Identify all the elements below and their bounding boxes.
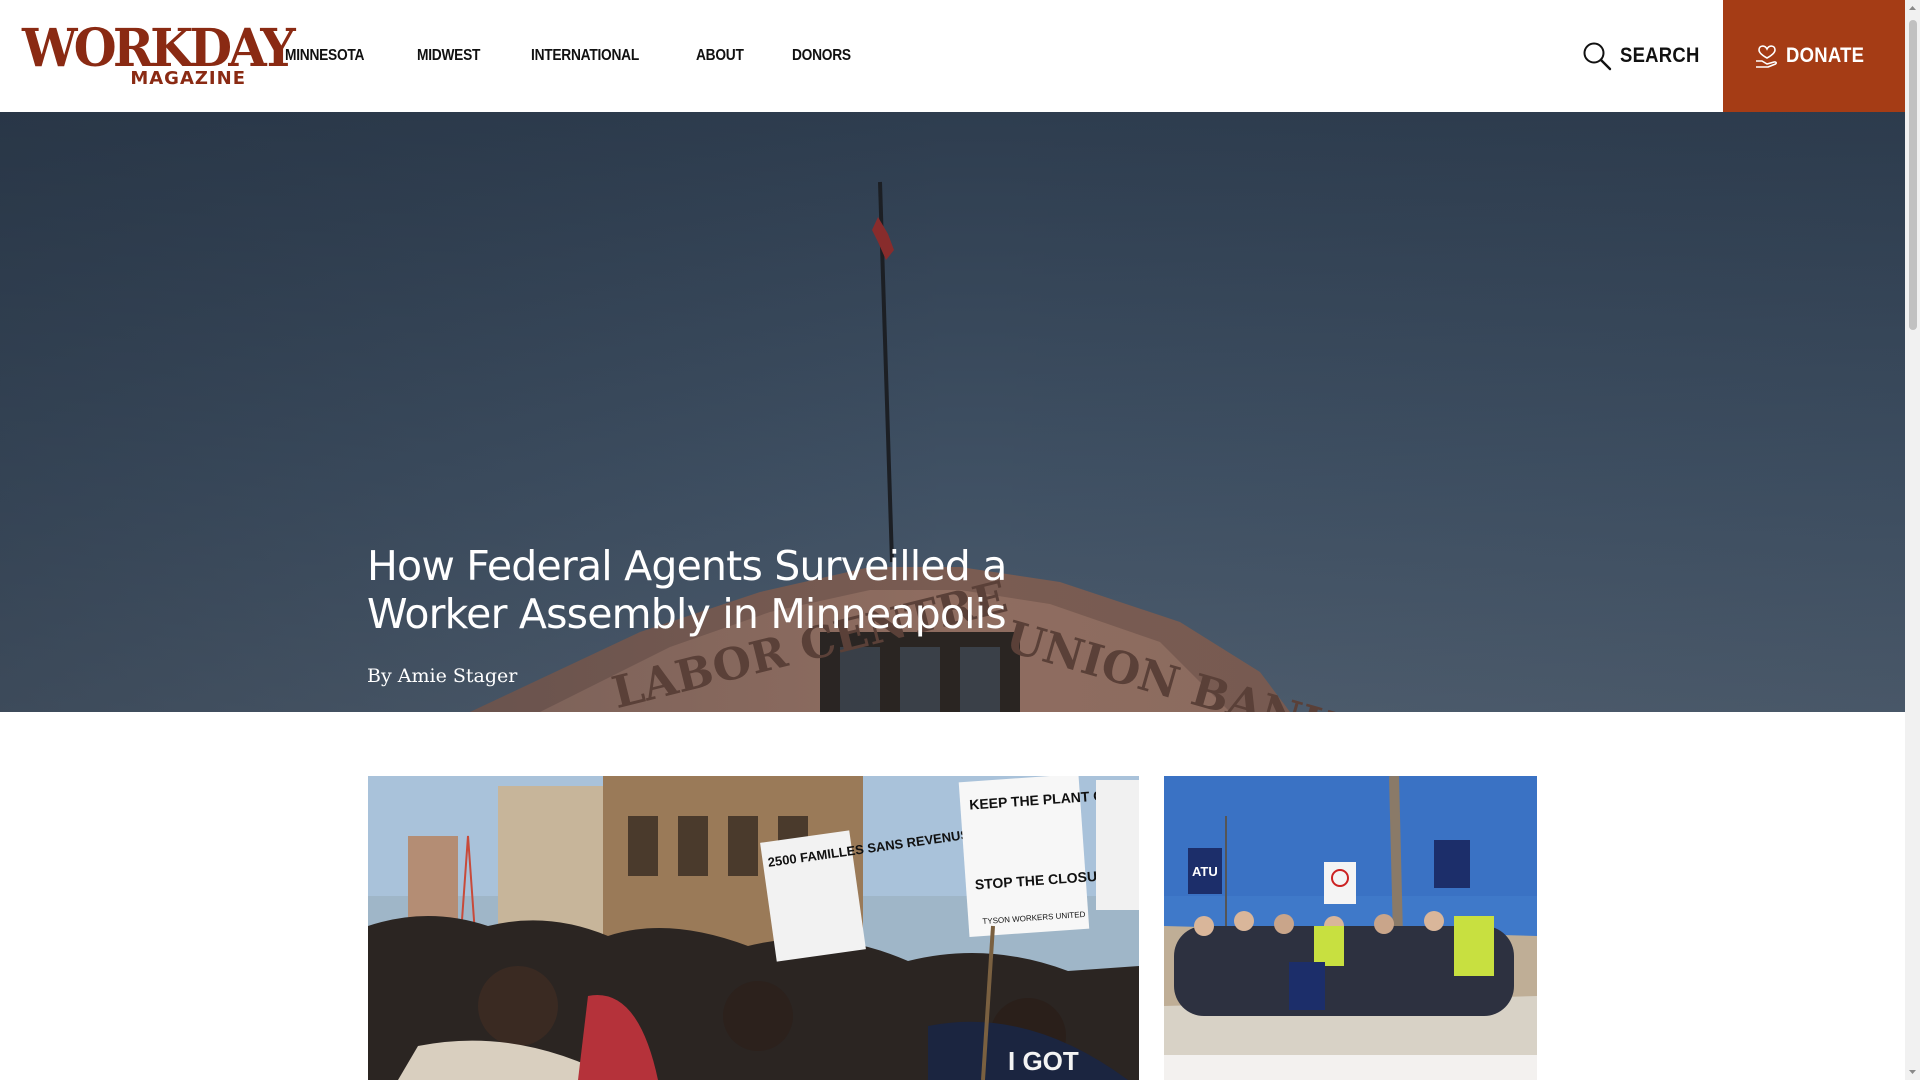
- search-button[interactable]: SEARCH: [1582, 38, 1710, 74]
- author-link[interactable]: Amie Stager: [398, 665, 518, 687]
- byline-prefix: By: [367, 665, 398, 687]
- article-card-large[interactable]: 2500 FAMILLES SANS REVENUS KEEP THE PLAN…: [368, 776, 1139, 1080]
- nav-item-about[interactable]: ABOUT: [696, 47, 744, 65]
- article-card-small-footer: [1164, 1055, 1537, 1080]
- search-icon: [1583, 42, 1612, 71]
- main-nav: MINNESOTA MIDWEST INTERNATIONAL ABOUT DO…: [285, 0, 900, 112]
- hero-feature[interactable]: LABOR CENTRE UNION BANK How Federal Agen…: [0, 112, 1905, 712]
- article-image-atu-rally: ATU: [1164, 776, 1537, 1055]
- shirt-text: I GOT: [1008, 1046, 1079, 1076]
- hero-headline[interactable]: How Federal Agents Surveilled a Worker A…: [367, 542, 1067, 638]
- atu-sign-text: ATU: [1192, 864, 1218, 879]
- donate-button[interactable]: DONATE: [1723, 0, 1905, 112]
- nav-item-minnesota[interactable]: MINNESOTA: [285, 47, 364, 65]
- hero-byline: By Amie Stager: [367, 665, 517, 687]
- article-image-protest: 2500 FAMILLES SANS REVENUS KEEP THE PLAN…: [368, 776, 1139, 1080]
- article-card-small[interactable]: ATU: [1164, 776, 1537, 1055]
- search-label: SEARCH: [1620, 44, 1700, 67]
- heart-hand-icon: [1755, 45, 1777, 68]
- nav-item-donors[interactable]: DONORS: [792, 47, 851, 65]
- donate-label: DONATE: [1785, 44, 1864, 67]
- scroll-up-arrow-icon[interactable]: [1908, 4, 1917, 13]
- page-scrollbar[interactable]: [1905, 0, 1920, 1080]
- nav-item-midwest[interactable]: MIDWEST: [417, 47, 480, 65]
- site-logo[interactable]: WORKDAY MAGAZINE: [22, 20, 296, 90]
- scrollbar-thumb[interactable]: [1909, 20, 1917, 330]
- site-header: WORKDAY MAGAZINE MINNESOTA MIDWEST INTER…: [0, 0, 1905, 112]
- nav-item-international[interactable]: INTERNATIONAL: [531, 47, 639, 65]
- scroll-down-arrow-icon[interactable]: [1908, 1067, 1917, 1076]
- logo-subtitle: MAGAZINE: [130, 68, 246, 89]
